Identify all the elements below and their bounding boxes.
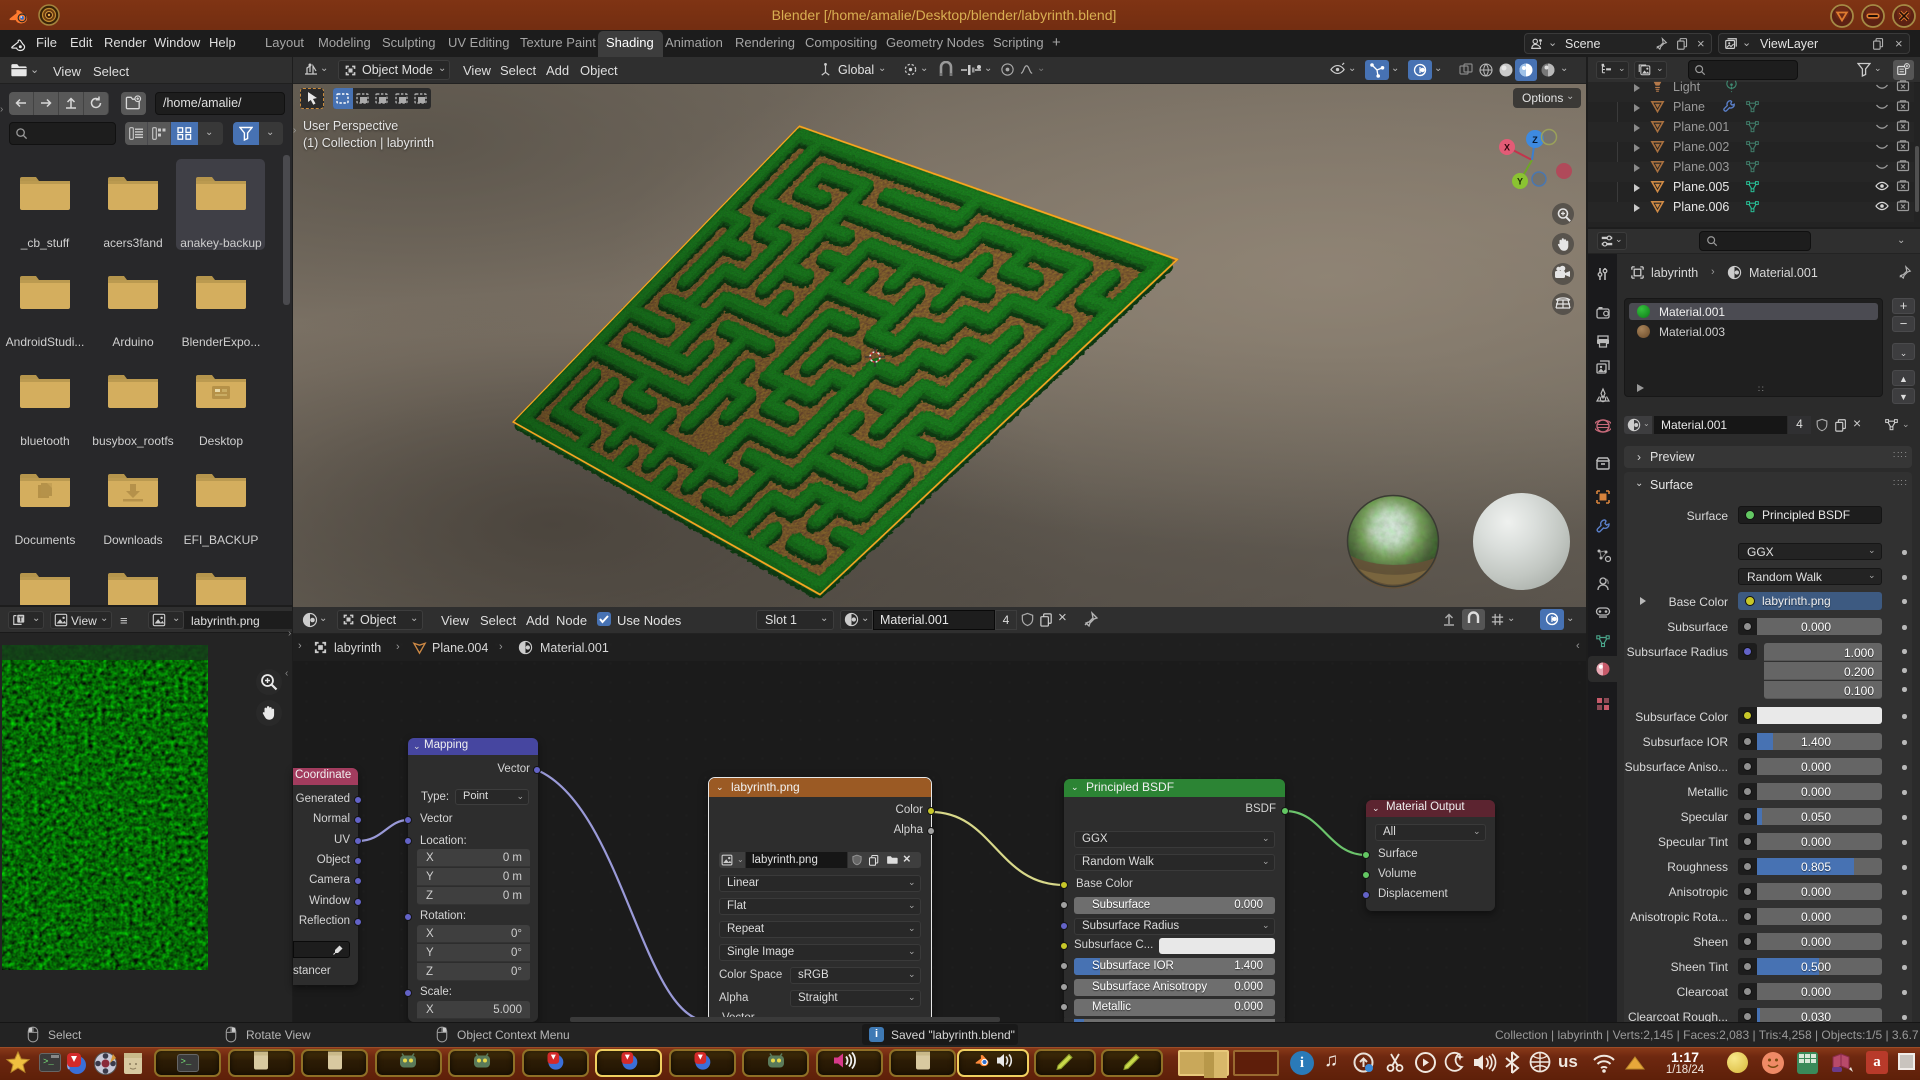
- svg-text:Downloads: Downloads: [103, 533, 162, 547]
- svg-text:Desktop: Desktop: [199, 434, 243, 448]
- svg-text:Documents: Documents: [15, 533, 76, 547]
- svg-text:Y: Y: [1517, 177, 1523, 187]
- svg-text:T: T: [19, 616, 24, 623]
- svg-text:bluetooth: bluetooth: [20, 434, 69, 448]
- svg-text:Z: Z: [1532, 135, 1538, 145]
- svg-text:acers3fand: acers3fand: [103, 236, 162, 250]
- svg-text:_cb_stuff: _cb_stuff: [20, 236, 70, 250]
- svg-text:busybox_rootfs: busybox_rootfs: [92, 434, 173, 448]
- svg-text:Arduino: Arduino: [112, 335, 154, 349]
- svg-text:EFI_BACKUP: EFI_BACKUP: [184, 533, 259, 547]
- svg-text:anakey-backup: anakey-backup: [180, 236, 262, 250]
- svg-text:X: X: [1504, 143, 1510, 153]
- svg-text:AndroidStudi...: AndroidStudi...: [6, 335, 85, 349]
- svg-text:BlenderExpo...: BlenderExpo...: [182, 335, 261, 349]
